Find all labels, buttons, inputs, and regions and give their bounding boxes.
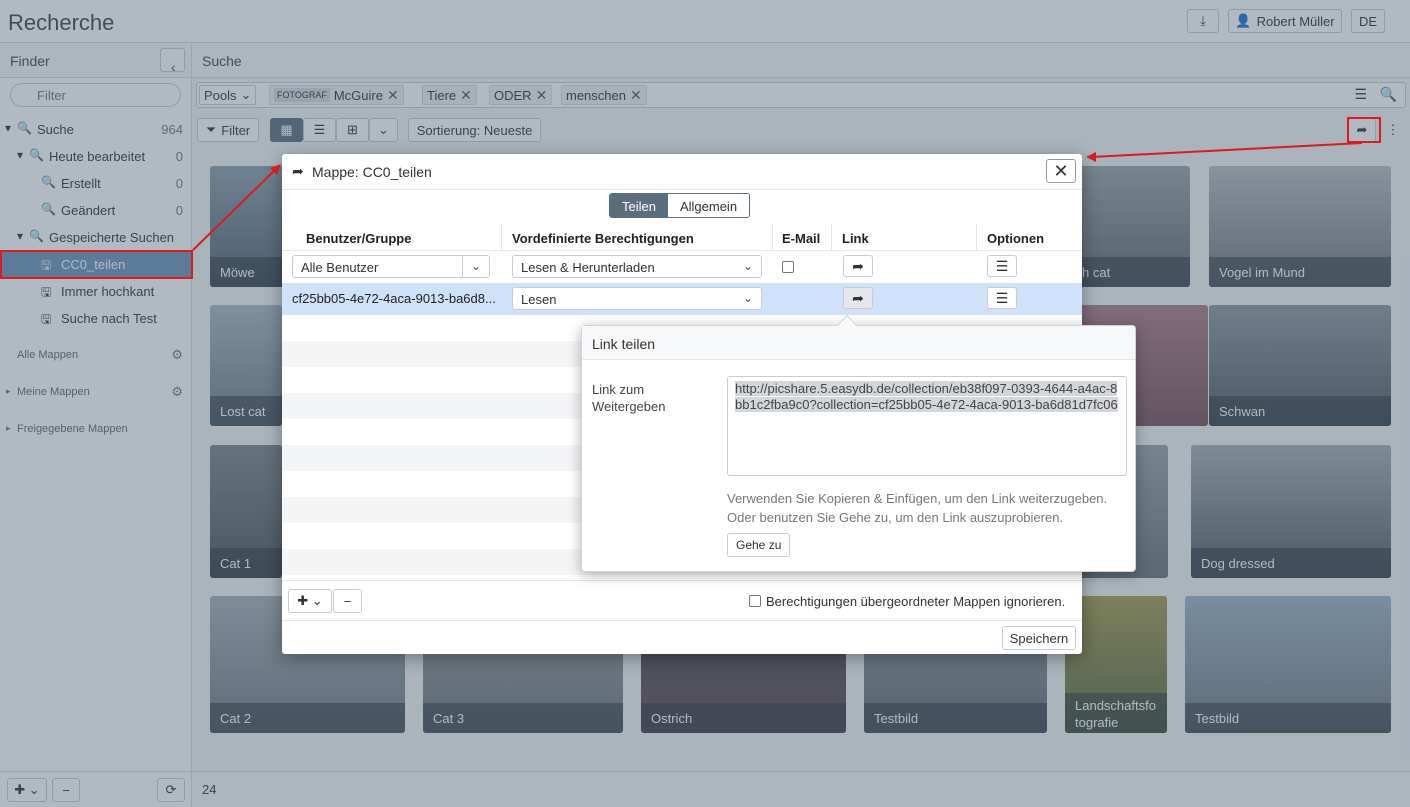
dialog-header: ➦ Mappe: CC0_teilen ✕ xyxy=(282,154,1082,190)
options-button[interactable]: ☰ xyxy=(987,255,1017,277)
permission-select[interactable]: Lesen ⌄ xyxy=(512,287,762,310)
dialog-title: Mappe: CC0_teilen xyxy=(312,164,432,180)
add-row-button[interactable]: ✚ ⌄ xyxy=(288,589,332,613)
permissions-table-header: Benutzer/Gruppe Vordefinierte Berechtigu… xyxy=(282,224,1082,251)
link-button[interactable]: ➦ xyxy=(843,287,873,309)
share-icon: ➦ xyxy=(852,289,864,306)
tab-teilen[interactable]: Teilen xyxy=(610,194,668,217)
column-header: E-Mail xyxy=(782,231,821,246)
dialog-row-actions: ✚ ⌄ − Berechtigungen übergeordneter Mapp… xyxy=(282,580,1082,620)
email-checkbox[interactable] xyxy=(782,261,794,273)
permission-value: Lesen & Herunterladen xyxy=(521,260,655,275)
close-icon: ✕ xyxy=(1053,160,1069,181)
column-header: Link xyxy=(842,231,869,246)
options-button[interactable]: ☰ xyxy=(987,287,1017,309)
goto-button[interactable]: Gehe zu xyxy=(727,533,791,557)
remove-row-button[interactable]: − xyxy=(333,589,362,613)
share-link-textarea[interactable]: http://picshare.5.easydb.de/collection/e… xyxy=(727,376,1127,476)
plus-icon: ✚ ⌄ xyxy=(297,593,323,608)
ignore-parent-label: Berechtigungen übergeordneter Mappen ign… xyxy=(766,594,1066,609)
link-button[interactable]: ➦ xyxy=(843,255,873,277)
user-value: cf25bb05-4e72-4aca-9013-ba6d8... xyxy=(292,291,496,306)
share-icon: ➦ xyxy=(852,257,864,274)
ignore-parent-checkbox[interactable] xyxy=(749,595,761,607)
user-select[interactable]: Alle Benutzer ⌄ xyxy=(292,255,490,278)
permission-select[interactable]: Lesen & Herunterladen ⌄ xyxy=(512,255,762,278)
table-row: Alle Benutzer ⌄ Lesen & Herunterladen ⌄ … xyxy=(282,251,1082,283)
save-button[interactable]: Speichern xyxy=(1002,626,1076,650)
menu-icon: ☰ xyxy=(995,257,1009,274)
highlight-box xyxy=(1347,117,1381,143)
menu-icon: ☰ xyxy=(995,289,1009,306)
table-row[interactable]: cf25bb05-4e72-4aca-9013-ba6d8... Lesen ⌄… xyxy=(282,283,1082,315)
column-header: Vordefinierte Berechtigungen xyxy=(512,231,694,246)
share-link-popover: Link teilen Link zum Weitergeben http://… xyxy=(581,315,1136,572)
column-header: Optionen xyxy=(987,231,1045,246)
column-header: Benutzer/Gruppe xyxy=(306,231,412,246)
chevron-down-icon: ⌄ xyxy=(742,291,753,305)
link-label: Link zum Weitergeben xyxy=(592,382,666,414)
dialog-footer: Speichern xyxy=(282,620,1082,654)
close-button[interactable]: ✕ xyxy=(1046,159,1076,183)
permission-value: Lesen xyxy=(521,292,557,307)
share-link-value: http://picshare.5.easydb.de/collection/e… xyxy=(735,381,1118,412)
share-icon: ➦ xyxy=(292,163,304,179)
minus-icon: − xyxy=(343,593,352,609)
chevron-down-icon: ⌄ xyxy=(742,259,753,273)
popover-title: Link teilen xyxy=(582,326,1135,360)
dialog-tabs: Teilen Allgemein xyxy=(609,193,751,218)
help-text: Verwenden Sie Kopieren & Einfügen, um de… xyxy=(727,491,1108,525)
chevron-down-icon: ⌄ xyxy=(470,259,481,273)
highlight-box xyxy=(0,250,193,279)
user-value: Alle Benutzer xyxy=(301,260,379,275)
tab-allgemein[interactable]: Allgemein xyxy=(667,194,750,217)
